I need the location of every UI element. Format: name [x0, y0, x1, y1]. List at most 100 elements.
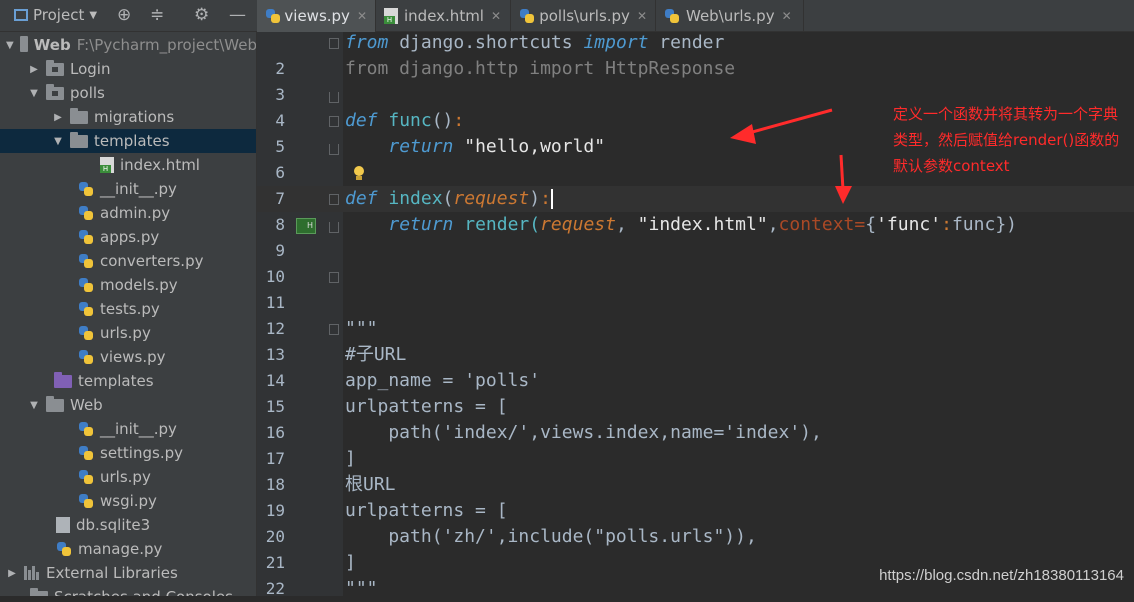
line-number: 3 — [275, 85, 285, 104]
tree-item-web-urls[interactable]: urls.py — [0, 465, 256, 489]
code-line-22[interactable]: """ — [345, 576, 378, 602]
chevron-right-icon: ▶ — [54, 111, 62, 123]
fold-marker-icon[interactable] — [329, 92, 339, 103]
line-number: 14 — [265, 371, 285, 390]
gear-icon[interactable]: ⚙ — [194, 5, 209, 25]
code-line-19[interactable]: urlpatterns = [ — [345, 498, 508, 524]
close-icon[interactable]: ✕ — [782, 9, 792, 23]
tree-item-converters[interactable]: converters.py — [0, 249, 256, 273]
python-file-icon — [56, 541, 72, 557]
tree-item-label: templates — [94, 132, 170, 150]
tree-item-web-root[interactable]: ▼ Web F:\Pycharm_project\Web — [0, 33, 257, 57]
code-line-14[interactable]: app_name = 'polls' — [345, 368, 540, 394]
code-line-1[interactable]: from django.shortcuts import render — [345, 30, 724, 56]
lightbulb-icon[interactable] — [353, 166, 365, 182]
line-number: 13 — [265, 345, 285, 364]
code-line-17[interactable]: ] — [345, 446, 356, 472]
tab-index-html[interactable]: H index.html ✕ — [376, 0, 511, 32]
tab-polls-urls[interactable]: polls\urls.py ✕ — [511, 0, 656, 32]
tree-item-label: index.html — [120, 156, 200, 174]
close-icon[interactable]: ✕ — [637, 9, 647, 23]
templates-folder-icon — [54, 371, 72, 388]
line-number: 17 — [265, 449, 285, 468]
line-number: 9 — [275, 241, 285, 260]
tree-item-web-init[interactable]: __init__.py — [0, 417, 256, 441]
project-path: F:\Pycharm_project\Web — [76, 36, 257, 54]
tree-item-models[interactable]: models.py — [0, 273, 256, 297]
close-icon[interactable]: ✕ — [491, 9, 501, 23]
tree-item-external-libraries[interactable]: ▶ External Libraries — [0, 561, 256, 585]
tree-item-views[interactable]: views.py — [0, 345, 256, 369]
tab-views-py[interactable]: views.py ✕ — [257, 0, 376, 32]
tree-item-scratches[interactable]: Scratches and Consoles — [0, 585, 256, 596]
annotation-text: 定义一个函数并将其转为一个字典类型，然后赋值给render()函数的默认参数co… — [893, 105, 1120, 175]
collapse-icon[interactable]: ≑ — [150, 5, 164, 25]
tree-item-polls[interactable]: ▼ polls — [0, 81, 256, 105]
fold-marker-icon[interactable] — [329, 222, 339, 233]
line-number: 21 — [265, 553, 285, 572]
project-view-selector[interactable]: Project ▼ — [14, 6, 97, 24]
tree-item-index-html[interactable]: H index.html — [0, 153, 256, 177]
fold-marker-icon[interactable] — [329, 38, 339, 49]
code-line-7[interactable]: def index(request): — [345, 186, 553, 212]
code-line-8[interactable]: return render(request, "index.html",cont… — [345, 212, 1017, 238]
fold-marker-icon[interactable] — [329, 116, 339, 127]
fold-marker-icon[interactable] — [329, 324, 339, 335]
code-line-13[interactable]: #子URL — [345, 342, 406, 368]
tree-item-apps[interactable]: apps.py — [0, 225, 256, 249]
tree-item-wsgi[interactable]: wsgi.py — [0, 489, 256, 513]
tree-item-label: models.py — [100, 276, 178, 294]
fold-marker-icon[interactable] — [329, 194, 339, 205]
tree-item-login[interactable]: ▶ Login — [0, 57, 256, 81]
tree-item-polls-urls[interactable]: urls.py — [0, 321, 256, 345]
line-number: 18 — [265, 475, 285, 494]
tree-item-manage[interactable]: manage.py — [0, 537, 256, 561]
tree-item-db[interactable]: db.sqlite3 — [0, 513, 256, 537]
code-line-16[interactable]: path('index/',views.index,name='index'), — [345, 420, 821, 446]
tree-item-tests[interactable]: tests.py — [0, 297, 256, 321]
tree-item-admin[interactable]: admin.py — [0, 201, 256, 225]
python-file-icon — [78, 325, 94, 341]
close-icon[interactable]: ✕ — [357, 9, 367, 23]
python-file-icon — [664, 8, 680, 24]
code-line-15[interactable]: urlpatterns = [ — [345, 394, 508, 420]
html-template-gutter-icon[interactable]: H — [296, 218, 316, 234]
code-line-21[interactable]: ] — [345, 550, 356, 576]
code-line-2[interactable]: from django.http import HttpResponse — [345, 56, 735, 82]
code-line-18[interactable]: 根URL — [345, 472, 396, 498]
python-file-icon — [78, 349, 94, 365]
code-line-4[interactable]: def func(): — [345, 108, 464, 134]
tree-item-label: manage.py — [78, 540, 163, 558]
fold-marker-icon[interactable] — [329, 144, 339, 155]
tree-item-label: urls.py — [100, 324, 151, 342]
python-file-icon — [78, 229, 94, 245]
tree-item-polls-templates[interactable]: ▼ templates — [0, 129, 256, 153]
tree-item-templates[interactable]: templates — [0, 369, 256, 393]
python-file-icon — [519, 8, 535, 24]
tree-item-label: admin.py — [100, 204, 171, 222]
fold-marker-icon[interactable] — [329, 272, 339, 283]
code-line-20[interactable]: path('zh/',include("polls.urls")), — [345, 524, 756, 550]
arrow-head-icon — [730, 124, 756, 144]
tab-web-urls[interactable]: Web\urls.py ✕ — [656, 0, 804, 32]
line-number: 15 — [265, 397, 285, 416]
tree-item-migrations[interactable]: ▶ migrations — [0, 105, 256, 129]
tab-label: polls\urls.py — [539, 7, 630, 25]
project-toolbar: Project ▼ ⊕ ≑ ⚙ — — [0, 0, 257, 32]
line-number: 22 — [265, 579, 285, 598]
project-view-label: Project — [33, 6, 85, 24]
minimize-icon[interactable]: — — [229, 5, 246, 25]
locate-icon[interactable]: ⊕ — [117, 5, 131, 25]
code-line-12[interactable]: """ — [345, 316, 378, 342]
line-number: 16 — [265, 423, 285, 442]
python-file-icon — [78, 469, 94, 485]
chevron-down-icon: ▼ — [54, 135, 62, 147]
tree-item-polls-init[interactable]: __init__.py — [0, 177, 256, 201]
tree-item-web[interactable]: ▼ Web — [0, 393, 256, 417]
tree-item-label: Login — [70, 60, 111, 78]
tree-item-label: External Libraries — [46, 564, 178, 582]
tree-item-settings[interactable]: settings.py — [0, 441, 256, 465]
scratch-icon — [30, 587, 48, 596]
code-line-5[interactable]: return "hello,world" — [345, 134, 605, 160]
line-number: 2 — [275, 59, 285, 78]
